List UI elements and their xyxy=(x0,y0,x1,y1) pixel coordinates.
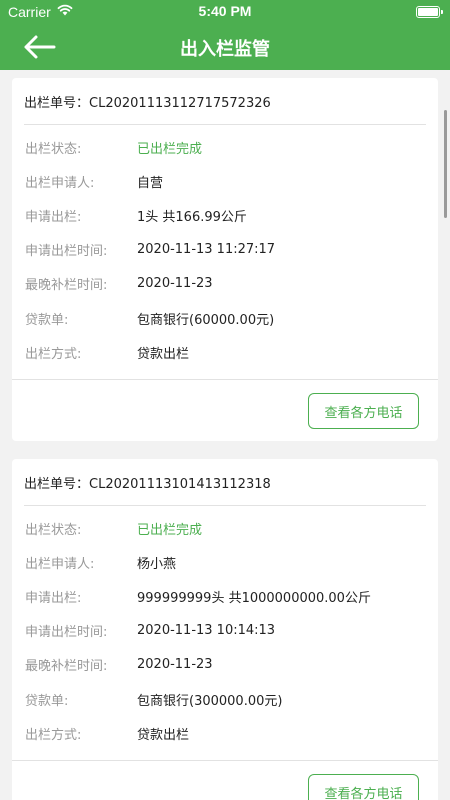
scrollbar[interactable] xyxy=(444,110,447,218)
view-phones-button[interactable]: 查看各方电话 xyxy=(308,774,419,800)
method-row: 出栏方式: 贷款出栏 xyxy=(12,335,438,369)
battery-icon xyxy=(416,6,443,18)
order-number-row: 出栏单号：CL20201113112717572326 xyxy=(12,78,438,124)
loan-label: 贷款单: xyxy=(25,312,69,328)
loan-value: 包商银行(300000.00元) xyxy=(137,693,283,709)
apply-time-row: 申请出栏时间: 2020-11-13 11:27:17 xyxy=(12,233,438,267)
applicant-row: 出栏申请人: 杨小燕 xyxy=(12,545,438,579)
loan-label: 贷款单: xyxy=(25,693,69,709)
status-label: 出栏状态: xyxy=(25,141,82,157)
status-row: 出栏状态: 已出栏完成 xyxy=(12,511,438,545)
status-row: 出栏状态: 已出栏完成 xyxy=(12,130,438,164)
card-footer: 查看各方电话 xyxy=(12,760,438,800)
apply-label: 申请出栏: xyxy=(25,209,82,225)
method-value: 贷款出栏 xyxy=(137,727,190,743)
apply-value: 1头 共166.99公斤 xyxy=(137,209,247,225)
record-details: 出栏状态: 已出栏完成 出栏申请人: 自营 申请出栏: 1头 共166.99公斤… xyxy=(12,124,438,369)
apply-row: 申请出栏: 1头 共166.99公斤 xyxy=(12,198,438,232)
record-details: 出栏状态: 已出栏完成 出栏申请人: 杨小燕 申请出栏: 999999999头 … xyxy=(12,505,438,750)
apply-label: 申请出栏: xyxy=(25,590,82,606)
latest-time-label: 最晚补栏时间: xyxy=(25,659,108,675)
order-number-label: 出栏单号： xyxy=(24,96,90,111)
order-number-value: CL20201113112717572326 xyxy=(89,96,271,111)
applicant-value: 自营 xyxy=(137,175,164,191)
applicant-label: 出栏申请人: xyxy=(25,175,95,191)
divider xyxy=(24,505,426,506)
apply-time-label: 申请出栏时间: xyxy=(25,625,108,641)
page-title: 出入栏监管 xyxy=(180,39,270,60)
order-number-row: 出栏单号：CL20201113101413112318 xyxy=(12,459,438,505)
latest-time-row: 最晚补栏时间: 2020-11-23 xyxy=(12,648,438,682)
latest-time-value: 2020-11-23 xyxy=(137,276,213,292)
loan-row: 贷款单: 包商银行(60000.00元) xyxy=(12,301,438,335)
apply-time-value: 2020-11-13 10:14:13 xyxy=(137,623,276,639)
record-card: 出栏单号：CL20201113112717572326 出栏状态: 已出栏完成 … xyxy=(12,78,438,442)
applicant-row: 出栏申请人: 自营 xyxy=(12,164,438,198)
applicant-value: 杨小燕 xyxy=(137,556,177,572)
status-value: 已出栏完成 xyxy=(137,141,203,157)
method-label: 出栏方式: xyxy=(25,346,82,362)
order-number-label: 出栏单号： xyxy=(24,477,90,492)
card-footer: 查看各方电话 xyxy=(12,379,438,441)
order-number-value: CL20201113101413112318 xyxy=(89,477,271,492)
status-value: 已出栏完成 xyxy=(137,522,203,538)
status-bar: Carrier 5:40 PM xyxy=(0,0,450,24)
divider xyxy=(24,124,426,125)
status-time: 5:40 PM xyxy=(198,3,252,19)
loan-row: 贷款单: 包商银行(300000.00元) xyxy=(12,682,438,716)
method-label: 出栏方式: xyxy=(25,727,82,743)
loan-value: 包商银行(60000.00元) xyxy=(137,312,275,328)
apply-time-value: 2020-11-13 11:27:17 xyxy=(137,242,276,258)
latest-time-value: 2020-11-23 xyxy=(137,657,213,673)
status-label: 出栏状态: xyxy=(25,522,82,538)
apply-value: 999999999头 共1000000000.00公斤 xyxy=(137,590,371,606)
record-card: 出栏单号：CL20201113101413112318 出栏状态: 已出栏完成 … xyxy=(12,459,438,800)
nav-bar: Carrier 5:40 PM 出入栏监管 xyxy=(0,0,450,70)
apply-time-row: 申请出栏时间: 2020-11-13 10:14:13 xyxy=(12,614,438,648)
apply-row: 申请出栏: 999999999头 共1000000000.00公斤 xyxy=(12,579,438,613)
method-row: 出栏方式: 贷款出栏 xyxy=(12,716,438,750)
latest-time-row: 最晚补栏时间: 2020-11-23 xyxy=(12,267,438,301)
method-value: 贷款出栏 xyxy=(137,346,190,362)
applicant-label: 出栏申请人: xyxy=(25,556,95,572)
apply-time-label: 申请出栏时间: xyxy=(25,244,108,260)
latest-time-label: 最晚补栏时间: xyxy=(25,278,108,294)
view-phones-button[interactable]: 查看各方电话 xyxy=(308,393,419,430)
